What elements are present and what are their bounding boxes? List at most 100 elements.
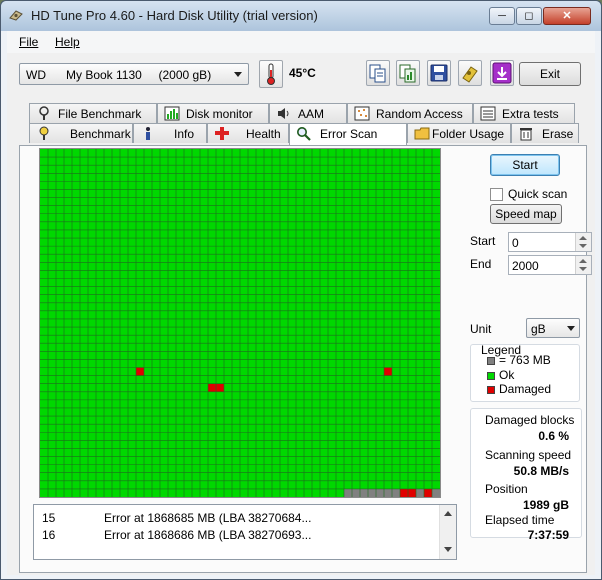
- unit-label: Unit: [470, 322, 492, 336]
- download-button[interactable]: [490, 60, 514, 86]
- close-button[interactable]: ✕: [543, 7, 591, 25]
- legend-block-size: = 763 MB: [499, 353, 551, 367]
- legend-ok-label: Ok: [499, 368, 515, 382]
- end-spinner[interactable]: 2000: [508, 255, 592, 275]
- tab-extra-tests[interactable]: Extra tests: [473, 103, 575, 123]
- info-icon: [146, 127, 150, 140]
- tab-health[interactable]: Health: [207, 123, 289, 143]
- maximize-button[interactable]: ◻: [516, 7, 542, 25]
- unscanned-block: [376, 488, 384, 497]
- exit-button[interactable]: Exit: [519, 62, 581, 86]
- folder-icon: [414, 127, 430, 140]
- tab-disk-monitor[interactable]: Disk monitor: [157, 103, 269, 123]
- unscanned-block: [392, 488, 400, 497]
- log-row: 15 Error at 1868685 MB (LBA 38270684...: [42, 511, 311, 525]
- unscanned-block: [432, 488, 440, 497]
- start-value: 0: [512, 236, 519, 250]
- random-access-icon: [354, 106, 370, 121]
- scanning-speed-value: 50.8 MB/s: [513, 464, 569, 478]
- speed-map-button[interactable]: Speed map: [490, 204, 562, 224]
- tab-benchmark[interactable]: Benchmark: [29, 123, 133, 143]
- start-spinner-arrows[interactable]: [575, 233, 591, 251]
- legend-ok-swatch: [487, 372, 495, 380]
- spin-up-icon[interactable]: [579, 259, 587, 263]
- tab-error-scan-label: Error Scan: [320, 127, 378, 141]
- unscanned-block: [416, 488, 424, 497]
- disk-monitor-icon: [164, 106, 180, 121]
- title-bar[interactable]: HD Tune Pro 4.60 - Hard Disk Utility (tr…: [1, 1, 601, 31]
- tab-random-access[interactable]: Random Access: [347, 103, 473, 123]
- options-icon: [462, 66, 478, 83]
- tab-info-label: Info: [174, 127, 195, 141]
- tab-file-benchmark-label: File Benchmark: [58, 107, 142, 121]
- damaged-block: [208, 383, 216, 392]
- hdtune-app-icon: [9, 10, 23, 21]
- file-benchmark-icon: [39, 106, 49, 120]
- copy-info-button[interactable]: [366, 60, 390, 86]
- scanning-speed-label: Scanning speed: [485, 448, 572, 462]
- minimize-button[interactable]: ─: [489, 7, 515, 25]
- tab-file-benchmark[interactable]: File Benchmark: [29, 103, 157, 123]
- block-map: [39, 148, 441, 498]
- client-area: File Help WD My Book 1130 (2000 gB) 45°C: [7, 31, 595, 575]
- thermometer-icon: [267, 63, 275, 85]
- toolbar: WD My Book 1130 (2000 gB) 45°C Exit: [7, 53, 595, 95]
- window-title: HD Tune Pro 4.60 - Hard Disk Utility (tr…: [31, 8, 318, 23]
- unit-select-value: gB: [531, 322, 546, 336]
- log-row-number: 15: [42, 511, 56, 525]
- damaged-blocks-value: 0.6 %: [538, 429, 569, 443]
- tab-health-label: Health: [246, 127, 281, 141]
- damaged-block: [424, 488, 432, 497]
- block-map-grid: [40, 149, 440, 497]
- tab-folder-usage[interactable]: Folder Usage: [407, 123, 511, 143]
- legend-unscanned-swatch: [487, 357, 495, 365]
- minimize-icon: ─: [498, 10, 506, 22]
- damaged-block: [384, 367, 392, 376]
- log-scrollbar[interactable]: [439, 505, 456, 559]
- spin-down-icon[interactable]: [579, 267, 587, 271]
- options-button[interactable]: [458, 60, 482, 86]
- menu-file-label: File: [19, 35, 39, 49]
- menu-help-label: Help: [55, 35, 80, 49]
- log-row-text: Error at 1868685 MB (LBA 38270684...: [104, 511, 312, 525]
- log-row-number: 16: [42, 528, 56, 542]
- temperature-button[interactable]: [259, 60, 283, 88]
- app-window: HD Tune Pro 4.60 - Hard Disk Utility (tr…: [0, 0, 602, 580]
- end-value: 2000: [512, 259, 539, 273]
- unit-select[interactable]: gB: [526, 318, 580, 338]
- menu-file[interactable]: File: [19, 35, 38, 49]
- start-button[interactable]: Start: [490, 154, 560, 176]
- scan-controls: Start Quick scan Speed map Start 0 End 2…: [468, 146, 592, 546]
- scroll-down-icon[interactable]: [444, 547, 452, 552]
- drive-select[interactable]: WD My Book 1130 (2000 gB): [19, 63, 249, 85]
- legend-damaged-label: Damaged: [499, 382, 552, 396]
- damaged-blocks-label: Damaged blocks: [485, 413, 575, 427]
- tab-aam[interactable]: AAM: [269, 103, 347, 123]
- spin-down-icon[interactable]: [579, 244, 587, 248]
- tab-error-scan[interactable]: Error Scan: [289, 123, 407, 145]
- menu-bar: File Help: [7, 31, 595, 53]
- tab-folder-usage-label: Folder Usage: [432, 127, 505, 141]
- unscanned-block: [384, 488, 392, 497]
- error-scan-panel: 15 Error at 1868685 MB (LBA 38270684... 1…: [19, 145, 592, 573]
- tab-strip: File Benchmark Disk monitor AAM Random A…: [19, 103, 583, 147]
- end-spinner-arrows[interactable]: [575, 256, 591, 274]
- elapsed-time-label: Elapsed time: [485, 513, 555, 527]
- menu-help[interactable]: Help: [55, 35, 80, 49]
- quick-scan-label: Quick scan: [508, 187, 568, 201]
- tab-disk-monitor-label: Disk monitor: [186, 107, 253, 121]
- damaged-block: [136, 367, 144, 376]
- unscanned-block: [360, 488, 368, 497]
- chevron-down-icon: [567, 326, 575, 331]
- copy-screen-button[interactable]: [396, 60, 420, 86]
- close-icon: ✕: [562, 10, 572, 22]
- tab-random-access-label: Random Access: [376, 107, 463, 121]
- tab-erase[interactable]: Erase: [511, 123, 579, 143]
- spin-up-icon[interactable]: [579, 236, 587, 240]
- scroll-up-icon[interactable]: [444, 511, 452, 516]
- quick-scan-checkbox[interactable]: [490, 188, 503, 201]
- save-button[interactable]: [427, 60, 451, 86]
- start-spinner[interactable]: 0: [508, 232, 592, 252]
- tab-info[interactable]: Info: [133, 123, 207, 143]
- error-log[interactable]: 15 Error at 1868685 MB (LBA 38270684... 1…: [33, 504, 457, 560]
